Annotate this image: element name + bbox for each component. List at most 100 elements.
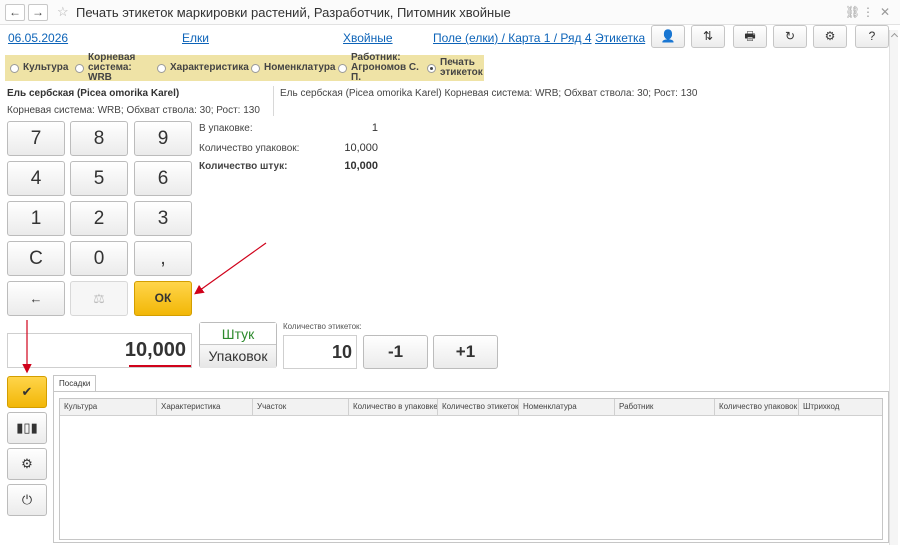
unit-packs-option[interactable]: Упаковок bbox=[200, 346, 276, 368]
column-header[interactable]: Характеристика bbox=[157, 399, 253, 416]
forward-arrow-icon[interactable]: → bbox=[28, 4, 48, 21]
gear-icon: ⚙ bbox=[824, 29, 836, 43]
backspace-arrow-icon[interactable]: ← bbox=[7, 281, 65, 316]
annotation-underline bbox=[129, 365, 191, 367]
key-clear[interactable]: C bbox=[7, 241, 65, 276]
step-label: Корневая система: WRB bbox=[88, 52, 136, 83]
vertical-scrollbar[interactable] bbox=[889, 30, 898, 545]
quantity-display[interactable]: 10,000 bbox=[7, 333, 192, 368]
column-header[interactable]: Участок bbox=[253, 399, 349, 416]
column-header[interactable]: Работник bbox=[615, 399, 715, 416]
checkmark-circle-icon: ✔ bbox=[21, 384, 33, 399]
step-worker[interactable]: Работник: Агрономов С. П. bbox=[338, 53, 426, 83]
radio-icon bbox=[10, 63, 19, 73]
power-button[interactable]: ⏻ bbox=[7, 484, 47, 516]
plant-description: Корневая система: WRB; Обхват ствола: 30… bbox=[7, 105, 260, 116]
ok-button[interactable]: ОК bbox=[134, 281, 192, 316]
pieces-label: Количество штук: bbox=[199, 161, 288, 172]
refresh-icon: ↻ bbox=[784, 29, 796, 43]
column-header[interactable]: Культура bbox=[60, 399, 157, 416]
plant-name: Ель сербская (Picea omorika Karel) bbox=[7, 88, 180, 99]
label-count-value: 10 bbox=[331, 342, 352, 362]
step-crop[interactable]: Культура bbox=[10, 55, 68, 81]
print-button[interactable]: 🖶 bbox=[733, 25, 767, 48]
mode-link[interactable]: Этикетка bbox=[595, 31, 645, 45]
back-arrow-icon[interactable]: ← bbox=[5, 4, 25, 21]
barcode-icon: ▮▯▮ bbox=[16, 420, 38, 435]
printer-icon: 🖶 bbox=[744, 29, 756, 43]
quantity-display-value: 10,000 bbox=[124, 339, 186, 361]
unit-selector: Штук Упаковок bbox=[199, 322, 277, 368]
key-3[interactable]: 3 bbox=[134, 201, 192, 236]
key-5[interactable]: 5 bbox=[70, 161, 128, 196]
key-0[interactable]: 0 bbox=[70, 241, 128, 276]
gear-icon: ⚙ bbox=[21, 456, 33, 471]
plantings-table: Культура Характеристика Участок Количест… bbox=[59, 398, 883, 540]
barcode-button[interactable]: ▮▯▮ bbox=[7, 412, 47, 444]
plus-one-button[interactable]: +1 bbox=[433, 335, 498, 369]
power-icon: ⏻ bbox=[21, 492, 33, 507]
key-4[interactable]: 4 bbox=[7, 161, 65, 196]
tab-plantings[interactable]: Посадки bbox=[53, 375, 97, 392]
change-worker-button[interactable]: ⇅ bbox=[691, 25, 725, 48]
step-label: Печать этикеток bbox=[440, 57, 483, 78]
more-icon[interactable]: ⋮ bbox=[862, 5, 874, 19]
minus-one-button[interactable]: -1 bbox=[363, 335, 428, 369]
step-print-labels[interactable]: Печать этикеток bbox=[427, 55, 485, 81]
settings-button[interactable]: ⚙ bbox=[813, 25, 847, 48]
column-header[interactable]: Количество упаковок bbox=[715, 399, 799, 416]
per-pack-label: В упаковке: bbox=[199, 123, 253, 134]
radio-icon bbox=[157, 63, 166, 73]
step-nomenclature[interactable]: Номенклатура bbox=[251, 55, 335, 81]
favorite-star-icon[interactable]: ☆ bbox=[57, 4, 69, 20]
packs-label: Количество упаковок: bbox=[199, 143, 300, 154]
link-icon[interactable]: ⛓ bbox=[845, 5, 860, 19]
label-count-caption: Количество этикеток: bbox=[283, 322, 362, 331]
window-title: Печать этикеток маркировки растений, Раз… bbox=[76, 5, 511, 20]
step-characteristic[interactable]: Характеристика bbox=[157, 55, 249, 81]
packs-value: 10,000 bbox=[344, 142, 378, 154]
wizard-steps: Культура Корневая система: WRB Характери… bbox=[5, 52, 485, 83]
step-label: Культура bbox=[23, 62, 69, 73]
title-bar: ← → ☆ Печать этикеток маркировки растени… bbox=[0, 0, 900, 25]
user-button[interactable]: 👤 bbox=[651, 25, 685, 48]
group-link[interactable]: Хвойные bbox=[343, 31, 393, 45]
step-label: Характеристика bbox=[170, 62, 249, 73]
location-link[interactable]: Поле (елки) / Карта 1 / Ряд 4 bbox=[433, 31, 592, 45]
table-header: Культура Характеристика Участок Количест… bbox=[60, 399, 882, 416]
worker-change-icon: ⇅ bbox=[702, 29, 714, 43]
column-header[interactable]: Количество в упаковке bbox=[349, 399, 438, 416]
key-1[interactable]: 1 bbox=[7, 201, 65, 236]
key-2[interactable]: 2 bbox=[70, 201, 128, 236]
date-link[interactable]: 06.05.2026 bbox=[8, 31, 68, 45]
unit-pieces-option[interactable]: Штук bbox=[200, 323, 276, 345]
radio-selected-icon bbox=[427, 63, 436, 73]
step-root-system[interactable]: Корневая система: WRB bbox=[75, 52, 155, 83]
confirm-button[interactable]: ✔ bbox=[7, 376, 47, 408]
key-6[interactable]: 6 bbox=[134, 161, 192, 196]
column-header[interactable]: Номенклатура bbox=[519, 399, 615, 416]
radio-icon bbox=[251, 63, 260, 73]
divider bbox=[273, 86, 274, 116]
column-header[interactable]: Штрихкод bbox=[799, 399, 882, 416]
plant-full-description: Ель сербская (Picea omorika Karel) Корне… bbox=[280, 88, 698, 99]
close-icon[interactable]: ✕ bbox=[880, 5, 890, 19]
radio-icon bbox=[338, 63, 347, 73]
crop-link[interactable]: Елки bbox=[182, 31, 209, 45]
tab-panel: Культура Характеристика Участок Количест… bbox=[53, 391, 889, 543]
per-pack-value: 1 bbox=[371, 122, 378, 134]
scale-icon[interactable]: ⚖ bbox=[70, 281, 128, 316]
key-8[interactable]: 8 bbox=[70, 121, 128, 156]
key-comma[interactable]: , bbox=[134, 241, 192, 276]
key-9[interactable]: 9 bbox=[134, 121, 192, 156]
column-header[interactable]: Количество этикеток bbox=[438, 399, 519, 416]
pieces-value: 10,000 bbox=[344, 160, 378, 172]
refresh-button[interactable]: ↻ bbox=[773, 25, 807, 48]
step-label: Номенклатура bbox=[264, 62, 336, 73]
annotation-arrow-ok bbox=[194, 242, 267, 295]
label-count-field[interactable]: 10 bbox=[283, 335, 357, 369]
radio-icon bbox=[75, 63, 84, 73]
key-7[interactable]: 7 bbox=[7, 121, 65, 156]
options-button[interactable]: ⚙ bbox=[7, 448, 47, 480]
help-button[interactable]: ? bbox=[855, 25, 889, 48]
